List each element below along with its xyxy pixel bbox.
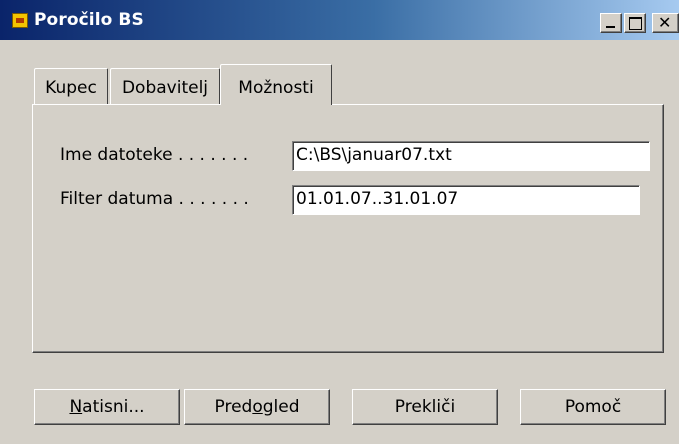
tab-label: Dobavitelj xyxy=(121,78,209,98)
print-label-rest: atisni... xyxy=(82,397,145,417)
cancel-button[interactable]: Prekliči xyxy=(352,389,498,425)
minimize-icon[interactable] xyxy=(600,13,622,33)
window-title: Poročilo BS xyxy=(34,10,144,30)
tab-moznosti[interactable]: Možnosti xyxy=(220,64,332,105)
title-bar[interactable]: Poročilo BS ✕ xyxy=(0,0,679,40)
file-name-label: Ime datoteke . . . . . . . xyxy=(60,145,249,165)
help-button[interactable]: Pomoč xyxy=(520,389,666,425)
preview-hotkey: o xyxy=(252,397,263,417)
tab-kupec[interactable]: Kupec xyxy=(34,68,108,105)
report-dialog: Poročilo BS ✕ Kupec Dobavitelj Možnosti … xyxy=(0,0,679,444)
preview-label-post: gled xyxy=(262,397,300,417)
print-hotkey: N xyxy=(69,397,83,417)
print-button[interactable]: Natisni... xyxy=(34,389,180,425)
date-filter-label: Filter datuma . . . . . . . xyxy=(60,189,249,209)
app-icon[interactable] xyxy=(12,13,28,28)
maximize-icon[interactable] xyxy=(624,13,646,33)
date-filter-field[interactable]: 01.01.07..31.01.07 xyxy=(292,185,640,215)
tab-dobavitelj[interactable]: Dobavitelj xyxy=(110,68,220,105)
file-name-field[interactable]: C:\BS\januar07.txt xyxy=(292,141,650,171)
tab-label: Kupec xyxy=(45,78,97,98)
preview-label-pre: Pred xyxy=(214,397,253,417)
tab-label: Možnosti xyxy=(238,78,314,98)
selected-tab-joint xyxy=(221,103,331,106)
close-button[interactable]: ✕ xyxy=(652,13,679,33)
close-icon: ✕ xyxy=(658,13,672,32)
preview-button[interactable]: Predogled xyxy=(184,389,330,425)
